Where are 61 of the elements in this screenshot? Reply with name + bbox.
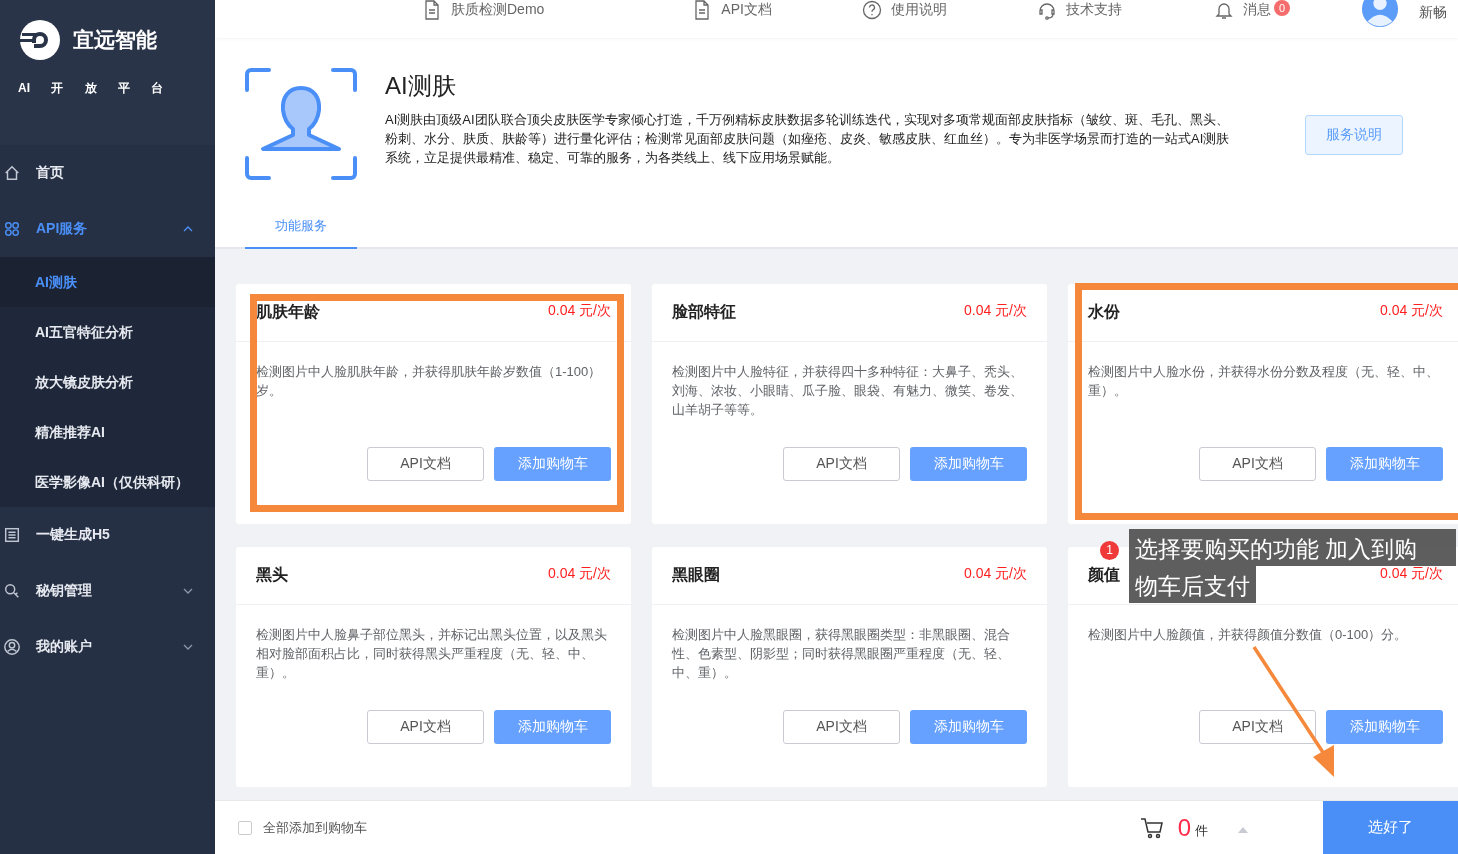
card-price: 0.04 元/次	[1379, 302, 1443, 320]
menu-item[interactable]: 我的账户	[0, 619, 215, 675]
nav-link[interactable]: 技术支持	[1036, 0, 1142, 20]
cart-count: 0	[1177, 813, 1191, 842]
card-title: 脸部特征	[672, 302, 736, 322]
card-description: 检测图片中人脸黑眼圈，获得黑眼圈类型：非黑眼圈、混合性、色素型、阴影型；同时获得黑眼圈严重程度（无、轻、中、重）。	[672, 626, 1011, 682]
home-icon	[3, 164, 21, 182]
card-description: 检测图片中人脸颜值，并获得颜值分数值（0-100）分。	[1088, 626, 1409, 644]
question-icon	[861, 0, 882, 20]
checkbox[interactable]	[238, 820, 252, 835]
api-doc-button[interactable]: API文档	[1199, 447, 1316, 481]
nav-link[interactable]: 肤质检测Demo	[422, 0, 565, 20]
card-price: 0.04 元/次	[547, 302, 611, 320]
person-frame-icon	[245, 68, 357, 180]
card-price: 0.04 元/次	[963, 565, 1027, 583]
submenu-item[interactable]: AI测肤	[0, 257, 215, 307]
card-price: 0.04 元/次	[547, 565, 611, 583]
brand-name: 宜远智能	[73, 27, 157, 53]
headset-icon	[1036, 0, 1057, 20]
menu-item[interactable]: 一键生成H5	[0, 507, 215, 563]
select-all-label[interactable]: 全部添加到购物车	[263, 818, 367, 837]
card-title: 黑头	[256, 565, 288, 585]
avatar-icon[interactable]	[1360, 0, 1399, 28]
list-icon	[3, 526, 21, 544]
menu-item[interactable]: 首页	[0, 145, 215, 201]
nav-link[interactable]: API文档	[692, 0, 792, 20]
card-title: 颜值	[1088, 565, 1120, 585]
card-description: 检测图片中人脸鼻子部位黑头，并标记出黑头位置，以及黑头相对脸部面积占比，同时获得黑头严重程度（无、轻、中、重）。	[256, 626, 608, 682]
user-name[interactable]: 新畅	[1418, 4, 1447, 22]
menu-item[interactable]: API服务	[0, 201, 215, 257]
count-unit: 件	[1195, 821, 1208, 840]
doc-icon	[422, 0, 442, 20]
card-price: 0.04 元/次	[1379, 565, 1443, 583]
caret-up-icon[interactable]	[1238, 826, 1248, 833]
submenu-item[interactable]: AI五官特征分析	[0, 307, 215, 357]
api-doc-button[interactable]: API文档	[783, 710, 900, 744]
card-title: 水份	[1088, 302, 1120, 322]
api-doc-button[interactable]: API文档	[1199, 710, 1316, 744]
api-doc-button[interactable]: API文档	[367, 710, 484, 744]
card-title: 肌肤年龄	[256, 302, 320, 322]
service-title: AI测肤	[385, 71, 457, 101]
bell-icon	[1213, 0, 1234, 20]
card-description: 检测图片中人脸特征，并获得四十多种特征：大鼻子、秃头、刘海、浓妆、小眼睛、瓜子脸、眼袋、有魅力、微笑、卷发、山羊胡子等等。	[672, 363, 1024, 419]
menu-item[interactable]: 秘钥管理	[0, 563, 215, 619]
card-title: 黑眼圈	[672, 565, 720, 585]
count-badge: 0	[1273, 0, 1291, 16]
card-description: 检测图片中人脸水份，并获得水份分数及程度（无、轻、中、重）。	[1088, 363, 1440, 400]
user-icon	[3, 638, 21, 656]
card-price: 0.04 元/次	[963, 302, 1027, 320]
nav-link[interactable]: 使用说明	[861, 0, 967, 20]
api-doc-button[interactable]: API文档	[783, 447, 900, 481]
submenu-item[interactable]: 精准推荐AI	[0, 407, 215, 457]
api-doc-button[interactable]: API文档	[367, 447, 484, 481]
cart-icon[interactable]	[1139, 816, 1164, 839]
nav-link[interactable]: 消息 0	[1213, 0, 1291, 20]
submenu-item[interactable]: 放大镜皮肤分析	[0, 357, 215, 407]
card-description: 检测图片中人脸肌肤年龄，并获得肌肤年龄岁数值（1-100）岁。	[256, 363, 603, 400]
brand-tagline: AI 开 放 平 台	[18, 80, 164, 97]
logo-icon	[20, 20, 60, 60]
service-description: AI测肤由顶级AI团队联合顶尖皮肤医学专家倾心打造，千万例精标皮肤数据多轮训练迭代，实现对多项常规面部皮肤指标（皱纹、斑、毛孔、黑头、粉刺、水分、肤质、肤龄等）进行量化评估；检测常见面部皮肤问题（如痤疮、皮炎、敏感皮肤、红血丝）。专为非医学场景而打造的一站式AI测肤系统，立足提供最精准、稳定、可靠的服务，为各类线上、线下应用场景赋能。	[385, 111, 1230, 167]
submenu-item[interactable]: 医学影像AI（仅供科研）	[0, 457, 215, 507]
